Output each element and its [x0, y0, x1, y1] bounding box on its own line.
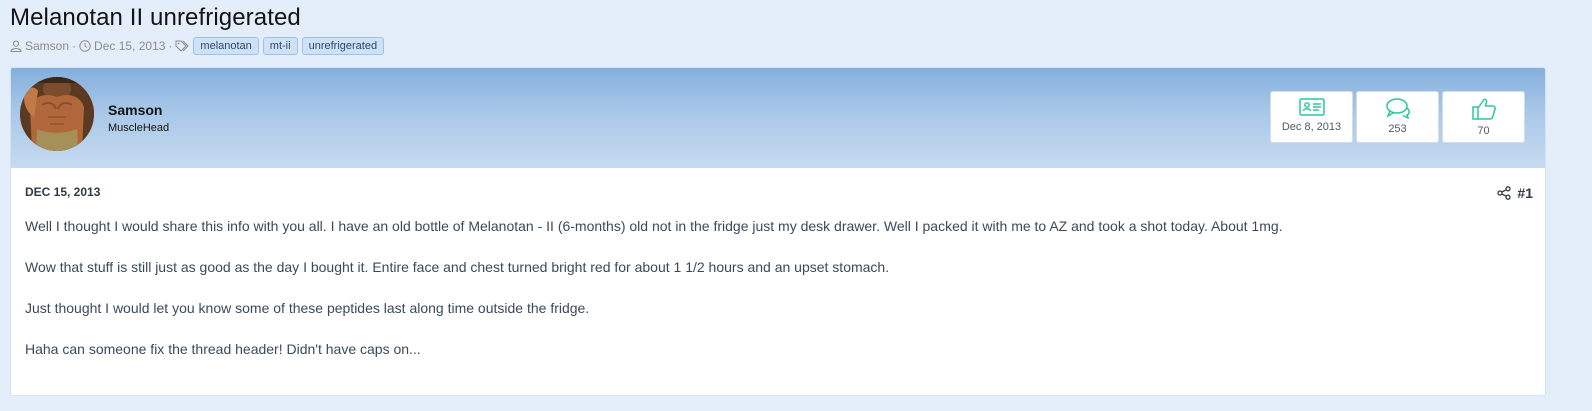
- thread-title: Melanotan II unrefrigerated: [10, 4, 301, 31]
- stat-reactions: 70: [1442, 91, 1525, 143]
- post-number-link[interactable]: #1: [1517, 185, 1533, 201]
- tag-unrefrigerated[interactable]: unrefrigerated: [301, 37, 385, 55]
- user-title: MuscleHead: [108, 122, 170, 134]
- clock-icon: [79, 40, 91, 52]
- stat-messages-value: 253: [1388, 123, 1407, 135]
- thread-date[interactable]: Dec 15, 2013: [94, 39, 165, 53]
- post-paragraph: Haha can someone fix the thread header! …: [25, 341, 421, 357]
- tag-mt-ii[interactable]: mt-ii: [262, 37, 298, 55]
- stat-joined: Dec 8, 2013: [1270, 91, 1353, 143]
- share-icon[interactable]: [1497, 186, 1512, 200]
- stat-joined-value: Dec 8, 2013: [1281, 121, 1342, 133]
- post-date[interactable]: DEC 15, 2013: [25, 185, 100, 199]
- thread-meta: Samson · Dec 15, 2013 · melanotan mt-ii …: [10, 36, 385, 56]
- id-card-icon: [1298, 97, 1325, 117]
- meta-separator: ·: [168, 39, 173, 53]
- thread-page: Melanotan II unrefrigerated Samson · Dec…: [0, 0, 1592, 411]
- post-actions: #1: [1497, 185, 1533, 201]
- user-stats: Dec 8, 2013 253 70: [1270, 91, 1525, 143]
- thread-author[interactable]: Samson: [25, 39, 69, 53]
- post-paragraph: Well I thought I would share this info w…: [25, 218, 1283, 234]
- tag-melanotan[interactable]: melanotan: [193, 37, 259, 55]
- avatar[interactable]: [20, 77, 94, 151]
- stat-messages: 253: [1356, 91, 1439, 143]
- post-paragraph: Just thought I would let you know some o…: [25, 300, 590, 316]
- user-icon: [10, 40, 22, 52]
- thumbs-up-icon: [1471, 97, 1497, 121]
- post-paragraph: Wow that stuff is still just as good as …: [25, 259, 890, 275]
- tags-icon: [175, 40, 191, 52]
- messages-icon: [1385, 97, 1411, 119]
- stat-reactions-value: 70: [1477, 125, 1490, 137]
- post-username[interactable]: Samson: [108, 102, 162, 118]
- post: Samson MuscleHead Dec 8, 2013 253 70 DEC…: [10, 67, 1546, 396]
- post-user-header: Samson MuscleHead Dec 8, 2013 253 70: [11, 68, 1545, 168]
- meta-separator: ·: [72, 39, 77, 53]
- post-body: Well I thought I would share this info w…: [25, 217, 1525, 381]
